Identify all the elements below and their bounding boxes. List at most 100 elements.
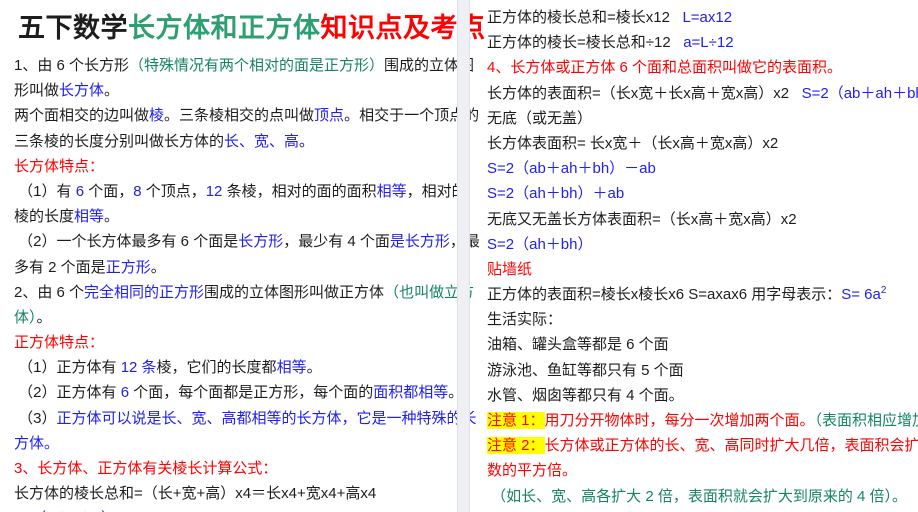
text-segment: 。 [299,132,315,150]
text-segment: 6 [75,182,85,200]
text-line: 长方体特点： [14,154,458,179]
text-line: 正方体的棱长总和=棱长x12 L=ax12 [487,5,915,30]
text-segment: 正方体特点： [14,334,105,352]
text-segment: 相等 [376,182,407,200]
text-line: 无底（或无盖） [487,106,915,131]
text-segment: 4、长方体或正方体 6 个面和总面积叫做它的表面积。 [487,59,843,77]
text-segment: a=L÷12 [683,34,734,52]
text-segment: 五下数学 [18,13,128,43]
text-segment: 长方体或正方体的长、宽、高同时扩大几倍，表面积会扩大倍 [544,437,918,455]
text-line: S=2（ab＋ah＋bh）－ab [487,156,915,181]
text-segment: 3、长方体、正方体有关棱长计算公式： [14,460,278,477]
text-segment: 三条棱的长度分别叫做长方体的 [14,132,225,150]
text-segment: S=2（ah＋bh） [487,235,593,253]
left-column: 五下数学长方体和正方体知识点及考点 1、由 6 个长方形（特殊情况有两个相对的面… [14,8,485,512]
text-line: 正方体特点： [14,330,458,355]
text-segment: 无底（或无盖） [487,109,593,127]
text-line: 无底又无盖长方体表面积=（长x高＋宽x高）x2 [487,207,915,232]
text-segment: （如长、宽、高各扩大 2 倍，表面积就会扩大到原来的 4 倍）。 [487,487,908,505]
text-segment: 棱的长度 [14,208,75,226]
left-column-text: 1、由 6 个长方形（特殊情况有两个相对的面是正方形）围成的立体图 形叫做长方体。… [14,53,480,512]
text-segment: 注意 2： [487,437,545,455]
text-line: 长方体表面积= 长x宽＋（长x高＋宽x高）x2 [487,131,915,156]
text-line: S=2（ah＋bh） [487,232,915,257]
text-segment: S= 6a [841,286,881,304]
text-segment: L=ax12 [682,9,733,26]
text-segment: 长方体的棱长总和=（长+宽+高）x4＝长x4+宽x4+高x4 [14,485,377,503]
text-segment: 完全相同的正方形 [84,283,205,301]
text-segment: 。 [104,82,120,100]
text-segment: 相等 [276,359,307,377]
text-segment: S=2（ab＋ah＋bh）－ab [487,160,656,178]
text-segment: 用刀分开物体时，每分一次增加两个面。 [544,412,815,429]
text-segment: 数的平方倍。 [487,462,578,480]
text-segment: （特殊情况有两个相对的面是正方形） [129,57,385,74]
text-segment: 个顶点， [141,182,206,200]
text-segment: ，最少有 4 个面 [283,233,390,251]
text-line: L=（a＋b＋h）x4 [14,506,458,512]
text-segment: （表面积相应增加） [814,412,918,429]
text-line: 3、长方体、正方体有关棱长计算公式： [14,456,458,481]
text-segment: 游泳池、鱼缸等都只有 5 个面 [487,361,684,379]
text-line: 体）。 [14,305,458,330]
text-segment: 个面，每个面都是正方形，每个面的 [129,384,374,402]
text-line: 水管、烟囱等都只有 4 个面。 [487,383,915,408]
text-line: 正方体的棱长=棱长总和÷12 a=L÷12 [487,30,915,55]
text-line: 长方体的棱长总和=（长+宽+高）x4＝长x4+宽x4+高x4 [14,481,458,506]
text-segment: 长方体的表面积=（长x宽＋长x高＋宽x高）x2 [487,84,802,102]
text-segment: （2）一个长方体最多有 6 个面是 [14,233,239,251]
text-segment: 8 [133,182,142,200]
text-line: （如长、宽、高各扩大 2 倍，表面积就会扩大到原来的 4 倍）。 [487,484,915,509]
text-line: 1、由 6 个长方形（特殊情况有两个相对的面是正方形）围成的立体图 [14,53,474,78]
text-line: 注意 2：长方体或正方体的长、宽、高同时扩大几倍，表面积会扩大倍 [487,433,918,458]
text-segment: 1、由 6 个长方形 [14,57,130,74]
text-segment: 长方体和正方体 [128,13,321,43]
text-line: 两个面相交的边叫做棱。三条棱相交的点叫做顶点。相交于一个顶点的 [14,103,479,128]
document-page: 五下数学长方体和正方体知识点及考点 1、由 6 个长方形（特殊情况有两个相对的面… [0,0,918,512]
text-segment: 正方体的表面积=棱长x棱长x6 S=axax6 用字母表示： [487,286,842,304]
text-segment: 方体。 [14,434,60,452]
text-segment: 生活实际： [487,311,563,329]
text-segment: 无底又无盖长方体表面积=（长x高＋宽x高）x2 [487,210,797,228]
text-line: S=2（ah＋bh）＋ab [487,181,915,206]
text-line: 贴墙纸 [487,257,915,282]
text-segment: 2、由 6 个 [14,283,85,301]
text-line: 三条棱的长度分别叫做长方体的长、宽、高。 [14,129,458,154]
text-segment: （1）有 [14,182,76,200]
text-line: 长方体的表面积=（长x宽＋长x高＋宽x高）x2 S=2（ab＋ah＋bh） [487,81,918,106]
text-line: 注意 1：用刀分开物体时，每分一次增加两个面。（表面积相应增加） [487,408,918,433]
text-segment: （2）正方体有 [14,384,121,402]
text-line: （2）正方体有 6 个面，每个面都是正方形，每个面的面积都相等。 [14,380,463,405]
document-title: 五下数学长方体和正方体知识点及考点 [14,8,485,48]
text-segment: 条棱，相对的面的面积 [222,182,377,200]
text-segment: 顶点 [314,107,345,125]
text-segment: 油箱、罐头盒等都是 6 个面 [487,336,669,354]
text-line: （3）正方体可以说是长、宽、高都相等的长方体，它是一种特殊的长 [14,406,476,431]
text-line: （2）一个长方体最多有 6 个面是长方形，最少有 4 个面是长方形，最 [14,229,480,254]
text-line: 生活实际： [487,307,915,332]
text-segment: 棱 [149,107,165,125]
text-segment: 形叫做 [14,82,60,100]
text-segment: 两个面相交的边叫做 [14,107,150,125]
text-segment: 注意 1： [487,412,545,429]
text-segment: 正方体可以说是长、宽、高都相等的长方体，它是一种特殊的长 [56,409,477,427]
right-column: 正方体的棱长总和=棱长x12 L=ax12 正方体的棱长=棱长总和÷12 a=L÷… [487,5,918,512]
text-line: 方体。 [14,431,458,456]
text-line: （1）正方体有 12 条棱，它们的长度都相等。 [14,355,458,380]
text-line: 形叫做长方体。 [14,78,458,103]
text-segment: 6 [120,384,130,402]
text-segment: 。 [36,308,52,326]
text-segment: 。 [306,359,322,377]
text-segment: 长方形 [238,233,284,251]
text-segment: 面积都相等 [373,384,449,402]
text-segment: 。 [150,258,166,276]
text-segment: 长方体特点： [14,157,105,175]
text-segment: 12 [205,182,223,200]
text-segment: 长、宽、高 [224,132,300,150]
text-segment: 相等 [74,208,105,226]
text-segment: 。三条棱相交的点叫做 [164,107,315,125]
text-segment: 多有 2 个面是 [14,258,106,276]
text-line: 油箱、罐头盒等都是 6 个面 [487,332,915,357]
text-segment: 长方体 [59,82,105,100]
text-segment: （1）正方体有 [14,359,121,377]
